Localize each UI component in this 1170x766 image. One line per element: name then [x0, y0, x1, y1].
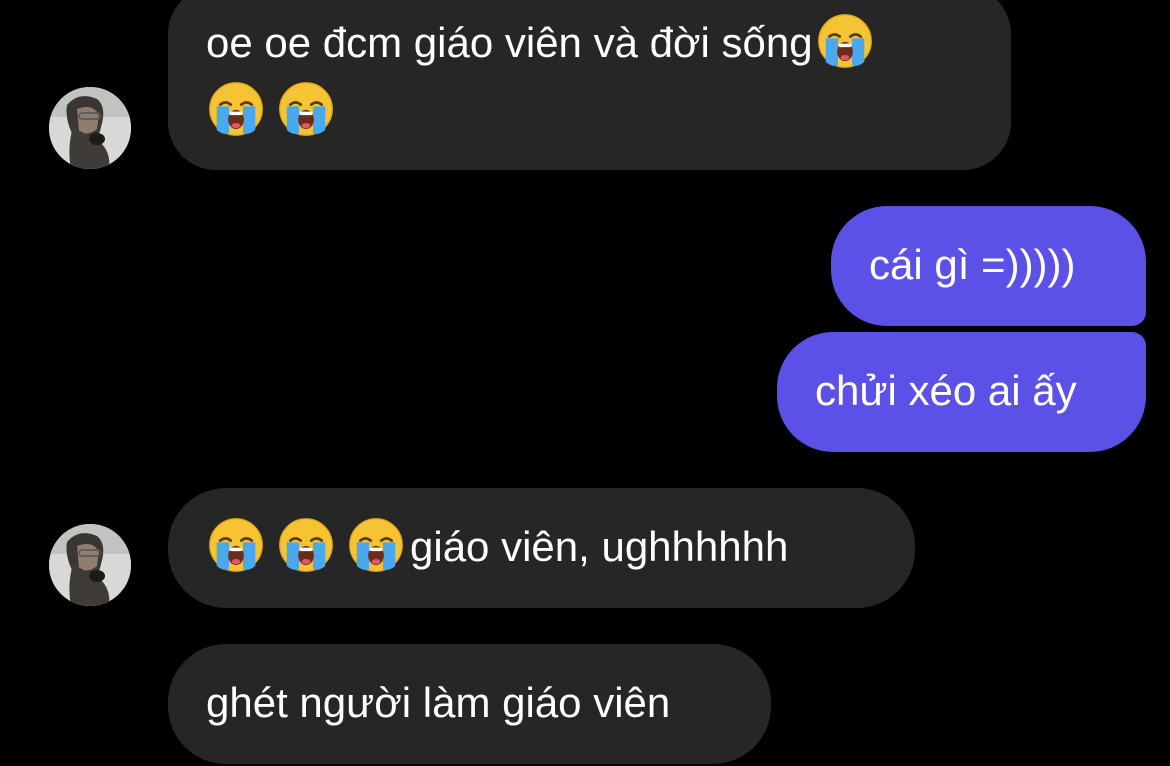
message-bubble-incoming[interactable]: oe oe đcm giáo viên và đời sống: [168, 0, 1011, 170]
message-text: giáo viên, ughhhhhh: [410, 523, 789, 570]
loudly-crying-face-icon: [278, 517, 334, 573]
loudly-crying-face-icon: [208, 81, 264, 137]
message-bubble-outgoing[interactable]: chửi xéo ai ấy: [777, 332, 1146, 452]
avatar[interactable]: [49, 87, 131, 169]
avatar[interactable]: [49, 524, 131, 606]
chat-thread: oe oe đcm giáo viên và đời sống cái gì =…: [0, 0, 1170, 766]
loudly-crying-face-icon: [817, 13, 873, 69]
profile-photo: [49, 524, 131, 606]
message-text: cái gì =))))): [869, 241, 1076, 288]
loudly-crying-face-icon: [348, 517, 404, 573]
message-text: ghét người làm giáo viên: [206, 679, 671, 726]
message-bubble-incoming[interactable]: ghét người làm giáo viên: [168, 644, 771, 764]
profile-photo: [49, 87, 131, 169]
message-bubble-outgoing[interactable]: cái gì =))))): [831, 206, 1146, 326]
loudly-crying-face-icon: [208, 517, 264, 573]
loudly-crying-face-icon: [278, 81, 334, 137]
message-text: oe oe đcm giáo viên và đời sống: [206, 19, 813, 66]
message-text: chửi xéo ai ấy: [815, 367, 1077, 414]
message-bubble-incoming[interactable]: giáo viên, ughhhhhh: [168, 488, 915, 608]
